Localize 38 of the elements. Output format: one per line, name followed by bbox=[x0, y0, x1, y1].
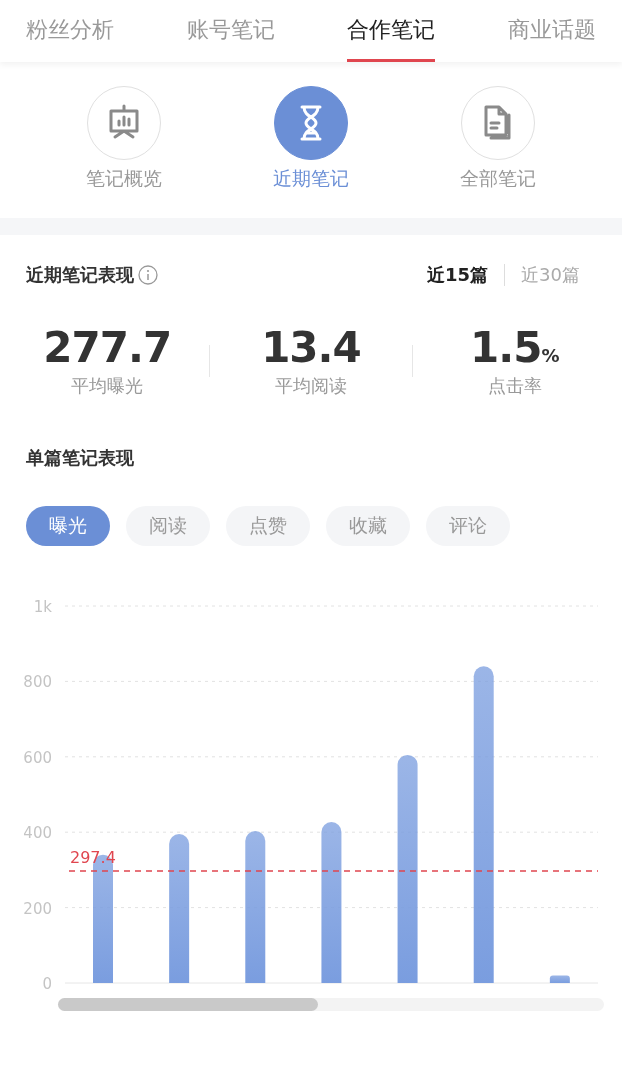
metric-pill[interactable]: 收藏 bbox=[326, 506, 410, 546]
range-tab[interactable]: 近15篇 bbox=[427, 263, 489, 287]
stat-unit: % bbox=[541, 345, 560, 366]
axis-tick-label: 0 bbox=[42, 975, 52, 993]
bar[interactable] bbox=[169, 834, 190, 983]
axis-tick-label: 200 bbox=[23, 899, 52, 918]
sub-nav-item[interactable]: 笔记概览 bbox=[58, 86, 189, 198]
sub-nav-item[interactable]: 全部笔记 bbox=[433, 86, 564, 198]
scrollbar-thumb[interactable] bbox=[58, 998, 318, 1011]
bar[interactable] bbox=[245, 831, 266, 983]
tab[interactable]: 账号笔记 bbox=[186, 0, 275, 62]
stat-label: 点击率 bbox=[487, 374, 542, 398]
stat-label: 平均阅读 bbox=[274, 374, 347, 398]
bar[interactable] bbox=[549, 975, 570, 983]
metric-pill[interactable]: 曝光 bbox=[26, 506, 110, 546]
stat-value: 277.7 bbox=[43, 323, 172, 372]
bar[interactable] bbox=[473, 666, 494, 983]
axis-tick-label: 800 bbox=[23, 673, 52, 692]
range-tab[interactable]: 近30篇 bbox=[521, 263, 580, 287]
section-title: 近期笔记表现 bbox=[26, 263, 134, 287]
metric-pill[interactable]: 点赞 bbox=[226, 506, 310, 546]
sub-nav-item[interactable]: 近期笔记 bbox=[246, 86, 376, 198]
stat-value: 13.4 bbox=[261, 323, 361, 372]
stat-label: 平均曝光 bbox=[71, 374, 144, 398]
average-label: 297.4 bbox=[70, 847, 116, 867]
section-title: 单篇笔记表现 bbox=[25, 446, 135, 470]
metric-pill[interactable]: 阅读 bbox=[126, 506, 210, 546]
axis-tick-label: 1k bbox=[33, 598, 52, 616]
tab[interactable]: 合作笔记 bbox=[347, 0, 436, 62]
stat-value: 1.5 bbox=[470, 323, 542, 372]
info-icon[interactable] bbox=[138, 265, 158, 285]
tab[interactable]: 商业话题 bbox=[507, 0, 596, 62]
bar[interactable] bbox=[397, 754, 418, 983]
metric-pill[interactable]: 评论 bbox=[426, 506, 510, 546]
tab[interactable]: 粉丝分析 bbox=[26, 0, 114, 62]
axis-tick-label: 600 bbox=[23, 748, 52, 767]
axis-tick-label: 400 bbox=[23, 824, 52, 843]
bar[interactable] bbox=[321, 822, 342, 983]
